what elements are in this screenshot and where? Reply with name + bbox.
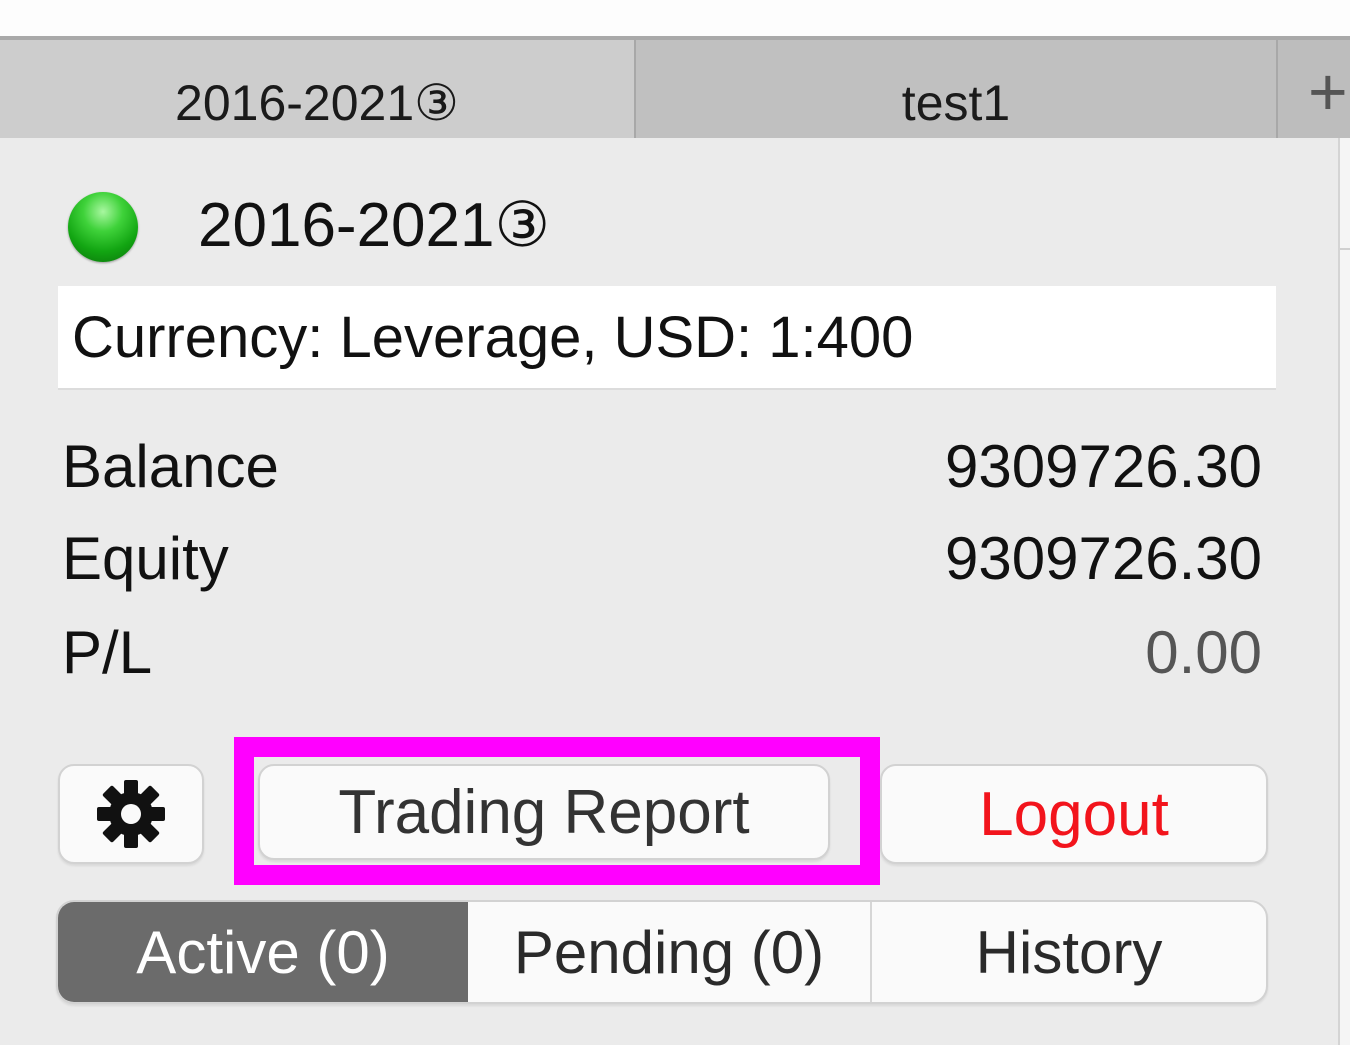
tab-test1[interactable]: test1	[636, 40, 1278, 138]
balance-row: Balance 9309726.30	[62, 426, 1262, 506]
balance-label: Balance	[62, 432, 279, 500]
pl-value: 0.00	[1145, 618, 1262, 686]
equity-label: Equity	[62, 524, 229, 592]
balance-value: 9309726.30	[945, 432, 1262, 500]
window-top-bar	[0, 0, 1350, 38]
tab-pending-label: Pending (0)	[513, 918, 825, 986]
tab-active-orders[interactable]: Active (0)	[58, 902, 468, 1002]
tab-history[interactable]: History	[872, 902, 1266, 1002]
logout-label: Logout	[979, 779, 1169, 849]
pl-row: P/L 0.00	[62, 612, 1262, 692]
equity-value: 9309726.30	[945, 524, 1262, 592]
tab-bar: 2016-2021③ test1 +	[0, 40, 1350, 138]
logout-button[interactable]: Logout	[880, 764, 1268, 864]
orders-segmented-control: Active (0) Pending (0) History	[56, 900, 1268, 1004]
panel-edge-divider	[1340, 248, 1350, 250]
tab-history-label: History	[975, 918, 1163, 986]
account-info-field: Currency: Leverage, USD: 1:400	[58, 286, 1276, 390]
tab-label: 2016-2021③	[175, 75, 459, 131]
panel-scroll-edge	[1338, 138, 1350, 1045]
add-tab-button[interactable]: +	[1278, 40, 1350, 138]
connection-status-icon	[68, 192, 138, 262]
tab-label: test1	[901, 75, 1011, 131]
plus-icon: +	[1308, 54, 1348, 130]
account-info-text: Currency: Leverage, USD: 1:400	[72, 304, 914, 370]
pl-label: P/L	[62, 618, 153, 686]
trading-report-button[interactable]: Trading Report	[258, 764, 830, 860]
trading-report-label: Trading Report	[338, 777, 750, 847]
settings-button[interactable]	[58, 764, 204, 864]
account-title: 2016-2021③	[198, 191, 551, 260]
tab-active-label: Active (0)	[136, 918, 390, 986]
gear-icon	[91, 774, 171, 854]
equity-row: Equity 9309726.30	[62, 518, 1262, 598]
tab-account-2016-2021[interactable]: 2016-2021③	[0, 40, 636, 138]
tab-pending-orders[interactable]: Pending (0)	[468, 902, 872, 1002]
